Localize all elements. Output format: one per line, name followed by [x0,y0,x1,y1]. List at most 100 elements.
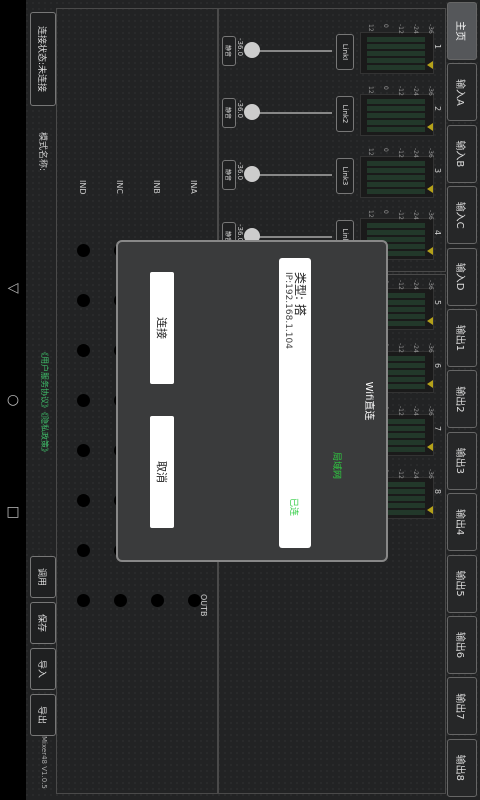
bottom-button-1[interactable]: 保存 [30,602,56,644]
connected-status: 已连 [288,498,298,517]
tab-0[interactable]: 主页 [447,2,477,60]
connect-button[interactable]: 连接 [150,272,174,384]
tab-12[interactable]: 输出8 [447,738,477,797]
meter-scale-label: -12 [397,24,404,34]
connection-status-button[interactable]: 连接状态:未连接 [30,12,56,106]
meter-scale-label: 0 [382,86,389,90]
matrix-node[interactable] [77,594,90,607]
meter-scale-label: 0 [382,24,389,28]
tab-4[interactable]: 输入D [447,247,477,306]
meter-scale-label: -36 [427,343,434,353]
matrix-node[interactable] [77,344,90,357]
meter-segment [367,106,425,111]
channel-number: 6 [433,363,442,369]
home-icon[interactable]: ○ [5,392,21,408]
link-button[interactable]: Link3 [336,158,354,194]
meter-scale-label: -36 [427,469,434,479]
meter-scale-label: 12 [367,86,374,94]
app-canvas: 主页 输入A 输入B 输入C 输入D 输出1 输出2 输出3 输出4 输出5 输出6 输出7 输出8 1… [26,0,480,800]
meter-peak-marker [427,123,433,131]
meter-segment [367,51,425,56]
matrix-node[interactable] [77,244,90,257]
fader-knob[interactable] [244,42,260,58]
tab-11[interactable]: 输出7 [447,677,477,736]
fader-value: -36.0 [236,162,244,181]
tab-8[interactable]: 输出4 [447,493,477,552]
meter-scale-label: -24 [412,24,419,34]
meter-peak-marker [427,506,433,514]
meter-scale-label: -24 [412,280,419,290]
device-ip: IP:192.168.1.104 [283,272,293,349]
channel-number: 8 [433,489,442,495]
meter-segment [367,175,425,180]
meter-segment [367,230,425,235]
recents-icon[interactable]: □ [5,504,21,520]
fader-knob[interactable] [244,166,260,182]
android-nav-bar: ◁ ○ □ [0,0,26,800]
fader-value: -36.0 [236,38,244,57]
level-meter [360,156,434,198]
meter-segment [367,37,425,42]
channel-number: 5 [433,300,442,306]
channel-strip: 3 -36 -24 -12 0 12 Link3 -36.0 静音 [222,146,444,204]
meter-scale-label: -12 [397,343,404,353]
meter-segment [367,161,425,166]
bottom-button-3[interactable]: 导出 [30,694,56,736]
network-tab-lan[interactable]: 局域网 [331,452,344,479]
matrix-node[interactable] [77,494,90,507]
channel-number: 7 [433,426,442,432]
meter-segment [367,182,425,187]
channel-number: 3 [433,168,442,174]
level-meter [360,94,434,136]
wifi-device-card[interactable]: 类型: 搭 IP:192.168.1.104 已连 [279,258,311,548]
meter-peak-marker [427,317,433,325]
tab-1[interactable]: 输入A [447,63,477,122]
tab-bar: 主页 输入A 输入B 输入C 输入D 输出1 输出2 输出3 输出4 输出5 输出6 输出7 输出8 [446,0,480,800]
matrix-node[interactable] [77,544,90,557]
tab-10[interactable]: 输出6 [447,616,477,674]
meter-segment [367,44,425,49]
back-icon[interactable]: ◁ [5,280,21,296]
meter-segment [367,99,425,104]
link-button[interactable]: LinkI [336,34,354,70]
fader-track [252,112,332,114]
matrix-node[interactable] [77,444,90,457]
mute-button[interactable]: 静音 [222,98,236,128]
tab-6[interactable]: 输出2 [447,370,477,429]
bottom-button-0[interactable]: 调用 [30,556,56,598]
tab-5[interactable]: 输出1 [447,309,477,367]
tab-7[interactable]: 输出3 [447,431,477,490]
matrix-node[interactable] [77,294,90,307]
channel-number: 4 [433,230,442,236]
matrix-node[interactable] [114,594,127,607]
meter-scale-label: -12 [397,280,404,290]
fader-knob[interactable] [244,104,260,120]
meter-scale-label: -24 [412,86,419,96]
fader-track [252,174,332,176]
policy-links[interactable]: 《用户服务协议》《隐私政策》 [39,348,50,456]
meter-peak-marker [427,61,433,69]
tab-3[interactable]: 输入C [447,186,477,245]
bottom-button-2[interactable]: 导入 [30,648,56,690]
matrix-col-label: OUTB [199,594,208,617]
tab-2[interactable]: 输入B [447,124,477,183]
matrix-row-label: INB [152,180,161,194]
tab-9[interactable]: 输出5 [447,554,477,613]
meter-scale-label: 0 [382,148,389,152]
fader-track [252,50,332,52]
matrix-node[interactable] [151,594,164,607]
meter-scale-label: -12 [397,469,404,479]
meter-scale-label: -36 [427,86,434,96]
mute-button[interactable]: 静音 [222,160,236,190]
mute-button[interactable]: 静音 [222,36,236,66]
meter-scale-label: -24 [412,210,419,220]
matrix-row-label: INA [189,180,198,194]
link-button[interactable]: Link2 [336,96,354,132]
meter-scale-label: -36 [427,210,434,220]
meter-scale-label: -24 [412,343,419,353]
wifi-connect-dialog: Wifi直连 局域网 类型: 搭 IP:192.168.1.104 已连 连接 … [116,240,388,562]
cancel-button[interactable]: 取消 [150,416,174,528]
mode-name-label: 模式名称: [37,132,47,172]
matrix-node[interactable] [77,394,90,407]
meter-scale-label: -24 [412,148,419,158]
